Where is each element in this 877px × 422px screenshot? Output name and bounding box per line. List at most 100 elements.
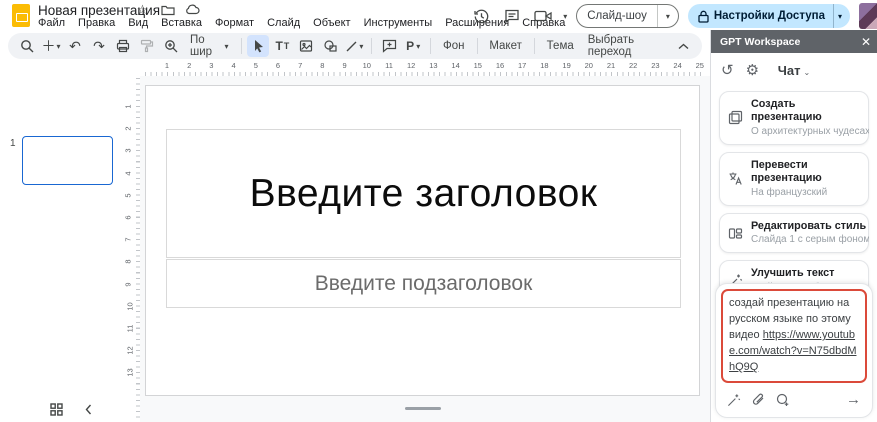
ruler-number: 1 [165, 61, 169, 70]
document-title-icons: ☆ [135, 2, 200, 17]
background-button[interactable]: Фон [437, 35, 471, 57]
share-dropdown-icon[interactable]: ▾ [833, 4, 850, 28]
speaker-notes-handle[interactable] [405, 407, 441, 410]
menu-Правка[interactable]: Правка [76, 17, 117, 29]
ruler-number: 20 [585, 61, 593, 70]
send-icon[interactable]: → [846, 391, 861, 408]
slideshow-dropdown-icon[interactable]: ▾ [657, 5, 678, 27]
star-icon[interactable]: ☆ [135, 2, 150, 17]
select-tool[interactable] [247, 35, 269, 57]
style-icon [728, 226, 743, 241]
ruler-number: 6 [276, 61, 280, 70]
subtitle-placeholder[interactable]: Введите подзаголовок [166, 259, 681, 308]
ruler-number: 5 [124, 193, 133, 197]
collapse-filmstrip-icon[interactable] [85, 404, 92, 415]
filmstrip-footer [0, 403, 125, 416]
chat-input[interactable]: создай презентацию на русском языке по э… [721, 289, 867, 383]
search-menus-icon[interactable] [16, 35, 38, 57]
translate-icon [728, 171, 743, 186]
undo-button[interactable]: ↶ [64, 35, 86, 57]
slide-editor[interactable]: Введите заголовок Введите подзаголовок [145, 85, 700, 396]
slideshow-button[interactable]: Слайд-шоу ▾ [576, 4, 679, 28]
ruler-number: 4 [232, 61, 236, 70]
zoom-in-icon[interactable] [160, 35, 182, 57]
insert-image-tool[interactable] [295, 35, 317, 57]
main-toolbar: ＋▾ ↶ ↷ По шир ▾ TT ▾ P▾ Фо [8, 33, 702, 59]
theme-button[interactable]: Тема [541, 35, 580, 57]
share-button[interactable]: Настройки Доступа ▾ [688, 4, 850, 28]
text-box-tool[interactable]: TT [271, 35, 293, 57]
ruler-number: 3 [124, 149, 133, 153]
slides-logo-icon[interactable] [12, 4, 30, 27]
insert-line-tool[interactable]: ▾ [343, 35, 365, 57]
chat-mode-dropdown[interactable]: Чат⌄ [711, 63, 877, 78]
menu-Файл[interactable]: Файл [36, 17, 67, 29]
move-folder-icon[interactable] [160, 2, 175, 17]
insert-comment-tool[interactable] [378, 35, 400, 57]
ruler-number: 16 [496, 61, 504, 70]
close-panel-icon[interactable]: ✕ [857, 35, 871, 49]
grid-view-icon[interactable] [50, 403, 63, 416]
titlebar-actions: ▾ Слайд-шоу ▾ Настройки Доступа ▾ [470, 3, 877, 29]
ruler-number: 11 [125, 325, 134, 333]
toolbar-separator [430, 38, 431, 54]
ruler-number: 6 [124, 215, 133, 219]
slide-filmstrip: 1 [0, 60, 125, 422]
ruler-number: 7 [298, 61, 302, 70]
menu-Вид[interactable]: Вид [126, 17, 150, 29]
suggestion-card-style[interactable]: Редактировать стиль Слайда 1 с серым фон… [719, 213, 869, 253]
menu-Вставка[interactable]: Вставка [159, 17, 204, 29]
suggestion-card-create[interactable]: Создать презентацию О архитектурных чуде… [719, 91, 869, 145]
menu-Слайд[interactable]: Слайд [265, 17, 302, 29]
redo-button[interactable]: ↷ [88, 35, 110, 57]
gpt-panel-header: GPT Workspace ✕ [711, 30, 877, 53]
lock-icon [698, 10, 709, 23]
prompt-wand-icon[interactable] [727, 393, 741, 407]
ruler-number: 14 [451, 61, 459, 70]
slideshow-label[interactable]: Слайд-шоу [577, 5, 657, 27]
ruler-number: 10 [363, 61, 371, 70]
ruler-number: 3 [209, 61, 213, 70]
ruler-number: 2 [187, 61, 191, 70]
menu-Формат[interactable]: Формат [213, 17, 256, 29]
ruler-number: 7 [124, 238, 133, 242]
insert-shape-tool[interactable] [319, 35, 341, 57]
add-context-icon[interactable] [776, 393, 790, 407]
slide-thumbnail[interactable] [22, 136, 113, 185]
version-history-icon[interactable] [470, 5, 492, 27]
menu-Инструменты[interactable]: Инструменты [362, 17, 435, 29]
new-slide-button[interactable]: ＋▾ [40, 35, 62, 57]
meet-dropdown-icon[interactable]: ▾ [563, 12, 567, 21]
toolbar-separator [371, 38, 372, 54]
transition-button[interactable]: Выбрать переход [582, 35, 670, 57]
toolbar-separator [477, 38, 478, 54]
card-title: Перевести презентацию [751, 159, 860, 186]
ruler-number: 24 [673, 61, 681, 70]
paint-format-button[interactable] [136, 35, 158, 57]
suggestion-card-translate[interactable]: Перевести презентацию На французский [719, 152, 869, 206]
ruler-number: 11 [385, 61, 393, 70]
ruler-number: 12 [407, 61, 415, 70]
card-title: Улучшить текст [751, 267, 869, 280]
ruler-number: 2 [124, 127, 133, 131]
avatar[interactable] [859, 3, 877, 29]
title-placeholder[interactable]: Введите заголовок [166, 129, 681, 258]
zoom-fit-select[interactable]: По шир ▾ [184, 35, 235, 57]
ruler-number: 9 [343, 61, 347, 70]
meet-camera-icon[interactable] [532, 5, 554, 27]
google-slides-window: Новая презентация ☆ ФайлПравкаВидВставка… [0, 0, 877, 422]
ruler-number: 22 [629, 61, 637, 70]
ruler-number: 9 [124, 282, 133, 286]
menu-Объект[interactable]: Объект [311, 17, 352, 29]
cloud-status-icon[interactable] [185, 2, 200, 17]
layout-button[interactable]: Макет [483, 35, 528, 57]
title-bar: Новая презентация ☆ ФайлПравкаВидВставка… [0, 0, 877, 31]
paragraph-styles-tool[interactable]: P▾ [402, 35, 424, 57]
print-button[interactable] [112, 35, 134, 57]
ruler-number: 15 [474, 61, 482, 70]
collapse-toolbar-icon[interactable] [672, 35, 694, 57]
card-subtitle: Слайда 1 с серым фоном, бел... [751, 233, 869, 246]
card-title: Редактировать стиль [751, 220, 869, 233]
comments-icon[interactable] [501, 5, 523, 27]
attach-paperclip-icon[interactable] [752, 393, 765, 407]
